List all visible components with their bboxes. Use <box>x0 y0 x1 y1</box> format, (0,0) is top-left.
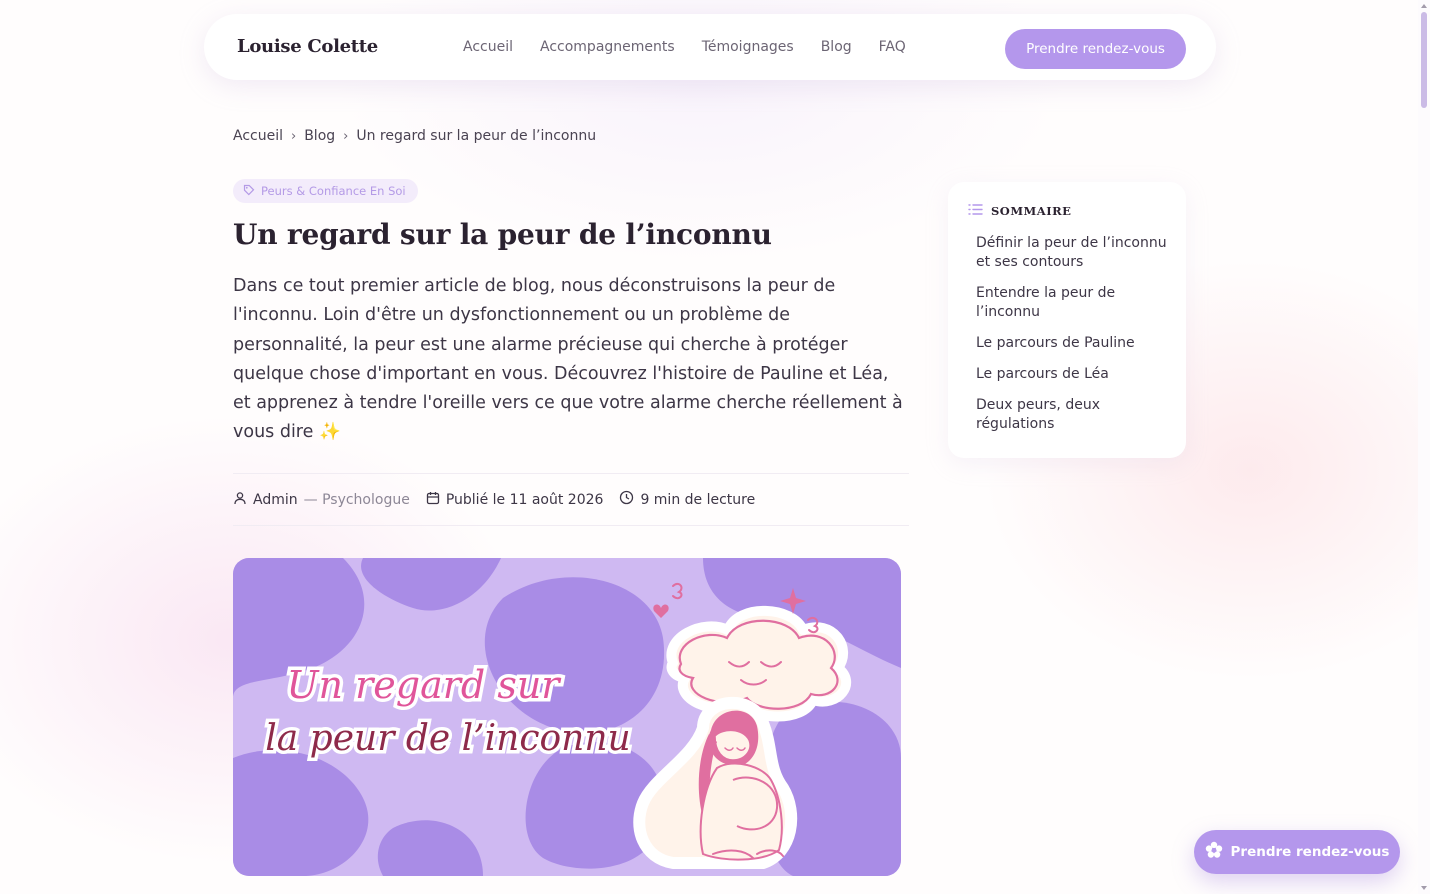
nav-link-blog[interactable]: Blog <box>821 39 852 55</box>
breadcrumb-current: Un regard sur la peur de l’inconnu <box>356 128 597 144</box>
clock-icon <box>619 490 634 509</box>
floating-cta-label: Prendre rendez-vous <box>1230 844 1390 860</box>
floating-book-appointment-button[interactable]: Prendre rendez-vous <box>1194 830 1400 874</box>
nav-link-accueil[interactable]: Accueil <box>463 39 513 55</box>
main-nav: Accueil Accompagnements Témoignages Blog… <box>463 39 906 55</box>
reading-time: 9 min de lecture <box>640 491 756 508</box>
page-scrollbar[interactable] <box>1418 0 1430 894</box>
chevron-right-icon: › <box>343 128 349 144</box>
category-tag[interactable]: Peurs & Confiance En Soi <box>233 179 418 203</box>
calendar-icon <box>426 491 440 509</box>
category-tag-label: Peurs & Confiance En Soi <box>261 184 406 198</box>
toc-item-deux-peurs[interactable]: Deux peurs, deux régulations <box>976 396 1176 434</box>
hero-title-line1: Un regard sur <box>287 663 563 707</box>
book-appointment-button[interactable]: Prendre rendez-vous <box>1005 29 1186 69</box>
nav-link-temoignages[interactable]: Témoignages <box>702 39 794 55</box>
article-reading-time: 9 min de lecture <box>619 490 755 509</box>
author-role: — Psychologue <box>303 491 410 508</box>
breadcrumb: Accueil › Blog › Un regard sur la peur d… <box>233 128 596 144</box>
toc-title: SOMMAIRE <box>991 203 1072 218</box>
flower-icon <box>1205 841 1223 863</box>
nav-link-faq[interactable]: FAQ <box>879 39 906 55</box>
nav-link-accompagnements[interactable]: Accompagnements <box>540 39 675 55</box>
article-date: Publié le 11 août 2026 <box>426 491 604 509</box>
scroll-down-arrow-icon[interactable] <box>1420 884 1428 892</box>
top-navbar: Louise Colette Accueil Accompagnements T… <box>204 14 1216 80</box>
toc-item-definir[interactable]: Définir la peur de l’inconnu et ses cont… <box>976 234 1176 272</box>
toc-list: Définir la peur de l’inconnu et ses cont… <box>976 234 1176 446</box>
toc-item-entendre[interactable]: Entendre la peur de l’inconnu <box>976 284 1176 322</box>
list-icon <box>968 201 983 220</box>
user-icon <box>233 491 247 509</box>
article-title: Un regard sur la peur de l’inconnu <box>233 218 772 251</box>
toc-item-lea[interactable]: Le parcours de Léa <box>976 365 1176 384</box>
author-name: Admin <box>253 491 298 508</box>
published-date: Publié le 11 août 2026 <box>445 491 604 508</box>
breadcrumb-home-link[interactable]: Accueil <box>233 128 283 144</box>
article-hero-image: Un regard sur la peur de l’inconnu <box>233 558 901 876</box>
article-author: Admin — Psychologue <box>233 491 410 509</box>
chevron-right-icon: › <box>291 128 297 144</box>
breadcrumb-blog-link[interactable]: Blog <box>304 128 335 144</box>
table-of-contents: SOMMAIRE Définir la peur de l’inconnu et… <box>948 182 1186 458</box>
site-logo[interactable]: Louise Colette <box>237 36 378 57</box>
article-meta: Admin — Psychologue Publié le 11 août 20… <box>233 473 909 526</box>
toc-item-pauline[interactable]: Le parcours de Pauline <box>976 334 1176 353</box>
tag-icon <box>243 184 255 199</box>
scrollbar-thumb[interactable] <box>1421 12 1427 108</box>
hero-title-line2: la peur de l’inconnu <box>265 718 630 759</box>
article-intro: Dans ce tout premier article de blog, no… <box>233 276 903 443</box>
hero-illustration: Un regard sur la peur de l’inconnu <box>233 558 901 876</box>
toc-header: SOMMAIRE <box>968 201 1071 220</box>
scroll-up-arrow-icon[interactable] <box>1420 2 1428 10</box>
